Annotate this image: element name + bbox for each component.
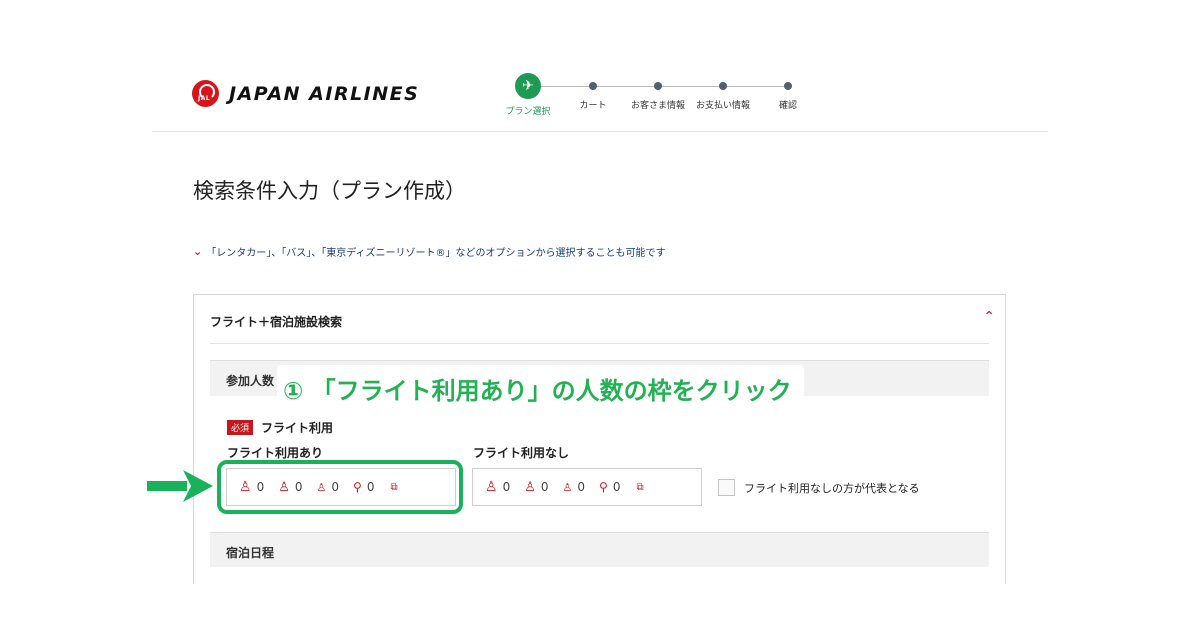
step-customer-info: お客さま情報 <box>623 73 693 111</box>
small-child-icon: ♙ <box>562 480 573 494</box>
external-open-icon: ⧉ <box>636 481 644 493</box>
logo-text: JAPAN AIRLINES <box>229 82 420 105</box>
step-dot <box>589 82 597 90</box>
panel-title: フライト＋宿泊施設検索 <box>210 315 343 329</box>
chevron-up-icon[interactable]: ⌃ <box>983 309 995 325</box>
step-confirm: 確認 <box>753 73 823 111</box>
adult-icon: ♙ <box>485 479 498 495</box>
step-dot <box>654 82 662 90</box>
step-label: カート <box>579 101 607 111</box>
small-child-count: ♙ 0 <box>562 480 586 494</box>
step-label: プラン選択 <box>505 107 551 117</box>
checkbox[interactable] <box>718 479 735 496</box>
step-cart: カート <box>558 73 628 111</box>
step-label: お客さま情報 <box>630 101 685 111</box>
airplane-icon: ✈ <box>515 73 541 99</box>
step-dot <box>784 82 792 90</box>
child-icon: ♙ <box>524 479 536 495</box>
site-header: JAL JAPAN AIRLINES ✈ プラン選択 カート お客さま情報 お支… <box>152 60 1048 132</box>
flight-use-heading: 必須 フライト利用 <box>227 419 333 436</box>
without-flight-passenger-field[interactable]: ♙ 0 ♙ 0 ♙ 0 ⚲ 0 ⧉ <box>472 468 702 506</box>
jal-logo[interactable]: JAL JAPAN AIRLINES <box>192 80 419 107</box>
notice-text: 「レンタカー」、「バス」、「東京ディズニーリゾート®」などのオプションから選択す… <box>206 248 666 259</box>
pointer-arrow-icon <box>147 470 213 502</box>
step-plan-select: ✈ プラン選択 <box>493 73 563 117</box>
step-dot <box>719 82 727 90</box>
instruction-callout: ① 「フライト利用あり」の人数の枠をクリック <box>277 365 804 411</box>
section-label: 宿泊日程 <box>226 546 275 560</box>
infant-count: ⚲ 0 <box>599 480 621 494</box>
required-badge: 必須 <box>227 420 254 435</box>
step-label: お支払い情報 <box>695 101 750 111</box>
step-payment-info: お支払い情報 <box>688 73 758 111</box>
no-flight-representative-checkbox[interactable]: フライト利用なしの方が代表となる <box>718 479 920 496</box>
flight-use-label: フライト利用 <box>261 421 334 435</box>
without-flight-label: フライト利用なし <box>473 446 570 460</box>
child-count: ♙ 0 <box>524 479 549 495</box>
progress-steps: ✈ プラン選択 カート お客さま情報 お支払い情報 確認 <box>502 73 802 123</box>
options-notice-link[interactable]: ⌄ 「レンタカー」、「バス」、「東京ディズニーリゾート®」などのオプションから選… <box>193 244 666 259</box>
page-title: 検索条件入力（プラン作成） <box>193 179 466 203</box>
flight-hotel-search-panel: フライト＋宿泊施設検索 ⌃ 参加人数 必須 フライト利用 フライト利用あり フラ… <box>193 294 1006 584</box>
chevron-down-icon: ⌄ <box>193 245 203 258</box>
step-label: 確認 <box>778 101 797 111</box>
section-header-stay-dates: 宿泊日程 <box>210 532 989 567</box>
adult-count: ♙ 0 <box>485 479 511 495</box>
with-flight-label: フライト利用あり <box>227 446 324 460</box>
divider <box>210 343 989 344</box>
crane-logo-icon: JAL <box>192 80 219 107</box>
checkbox-label: フライト利用なしの方が代表となる <box>744 481 920 495</box>
infant-icon: ⚲ <box>599 480 608 494</box>
highlight-frame <box>217 460 463 514</box>
section-label: 参加人数 <box>226 374 275 388</box>
